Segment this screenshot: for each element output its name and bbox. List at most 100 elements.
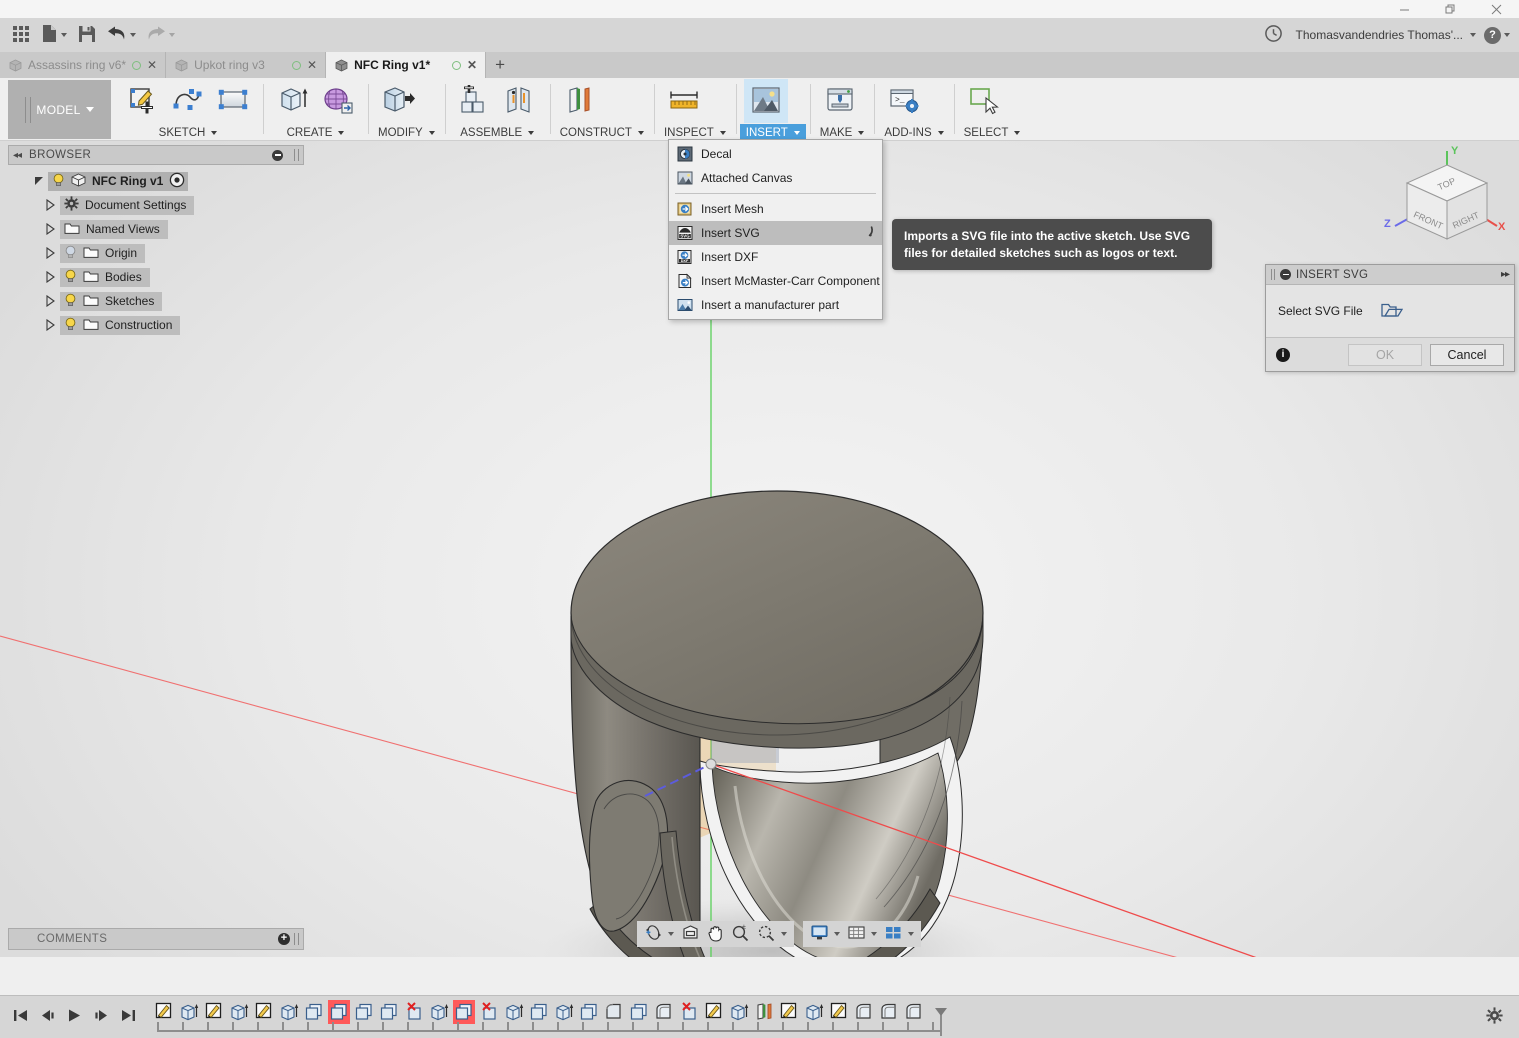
expand-arrow-icon[interactable] <box>32 175 45 188</box>
tree-node-root[interactable]: NFC Ring v1 <box>8 169 304 193</box>
timeline-feature-sketch[interactable] <box>203 1000 225 1024</box>
fit-view-button[interactable] <box>678 922 703 946</box>
document-tab-upkot-ring[interactable]: Upkot ring v3 ✕ <box>166 52 327 78</box>
expand-arrow-icon[interactable] <box>44 319 57 332</box>
timeline-feature-combine-error[interactable] <box>453 999 475 1024</box>
joint-button[interactable] <box>498 79 542 123</box>
timeline-feature-shell[interactable] <box>853 1000 875 1024</box>
help-menu[interactable]: ? <box>1481 22 1513 48</box>
zoom-window-button[interactable] <box>754 922 790 946</box>
user-account-menu[interactable]: Thomasvandendries Thomas'... <box>1289 22 1479 48</box>
tree-node-sketches[interactable]: Sketches <box>8 289 304 313</box>
timeline-feature-extrude[interactable] <box>553 1000 575 1024</box>
measure-button[interactable] <box>662 79 706 123</box>
go-to-end-button[interactable] <box>120 1008 137 1026</box>
timeline-feature-extrude[interactable] <box>803 1000 825 1024</box>
insert-image-button[interactable] <box>743 79 788 123</box>
timeline-feature-combine-error[interactable] <box>328 999 350 1024</box>
undo-button[interactable] <box>104 22 139 48</box>
open-folder-icon[interactable] <box>1381 301 1403 322</box>
expand-arrow-icon[interactable] <box>44 271 57 284</box>
zoom-button[interactable]: ± <box>728 922 753 946</box>
step-back-button[interactable] <box>39 1008 56 1026</box>
viewports-button[interactable] <box>881 922 917 946</box>
visibility-bulb-icon[interactable] <box>64 245 77 262</box>
restore-button[interactable] <box>1427 0 1473 18</box>
menu-item-decal[interactable]: Decal <box>669 142 882 166</box>
timeline-feature-combine-x[interactable] <box>678 1000 700 1024</box>
grid-snaps-button[interactable] <box>844 922 880 946</box>
expand-arrow-icon[interactable] <box>44 223 57 236</box>
ribbon-panel-label-addins[interactable]: ADD-INS <box>878 124 949 141</box>
timeline-feature-combine[interactable] <box>528 1000 550 1024</box>
timeline-feature-sketch[interactable] <box>703 1000 725 1024</box>
close-icon[interactable]: ✕ <box>307 59 317 71</box>
timeline-feature-fillet[interactable] <box>603 1000 625 1024</box>
timeline-feature-extrude[interactable] <box>728 1000 750 1024</box>
spline-button[interactable] <box>166 79 210 123</box>
info-icon[interactable]: i <box>1276 347 1290 362</box>
menu-item-insert-manufacturer-part[interactable]: Insert a manufacturer part <box>669 293 882 317</box>
collapse-panel-icon[interactable]: ◂◂ <box>13 150 22 161</box>
view-cube[interactable]: Y Z X TOP FRONT RIGHT <box>1383 143 1509 247</box>
go-to-beginning-button[interactable] <box>12 1008 29 1026</box>
ok-button[interactable]: OK <box>1348 343 1422 366</box>
orbit-button[interactable] <box>641 922 677 946</box>
ribbon-panel-label-create[interactable]: CREATE <box>267 124 364 141</box>
close-icon[interactable]: ✕ <box>147 59 157 71</box>
timeline-feature-extrude[interactable] <box>178 1000 200 1024</box>
recent-files-button[interactable] <box>1261 22 1287 48</box>
menu-item-attached-canvas[interactable]: Attached Canvas <box>669 166 882 190</box>
timeline-feature-combine-x[interactable] <box>478 1000 500 1024</box>
expand-dialog-icon[interactable]: ▸▸ <box>1501 269 1510 280</box>
3d-print-button[interactable] <box>818 79 862 123</box>
timeline-feature-combine[interactable] <box>378 1000 400 1024</box>
step-forward-button[interactable] <box>93 1008 110 1026</box>
select-window-button[interactable] <box>962 79 1006 123</box>
ribbon-panel-label-modify[interactable]: MODIFY <box>372 124 441 141</box>
timeline-end-marker[interactable] <box>934 1007 948 1037</box>
timeline-feature-extrude[interactable] <box>428 1000 450 1024</box>
display-settings-button[interactable] <box>807 922 843 946</box>
timeline-feature-shell[interactable] <box>903 1000 925 1024</box>
workspace-selector[interactable]: MODEL <box>8 80 111 139</box>
close-icon[interactable]: ✕ <box>467 59 477 71</box>
menu-item-insert-svg[interactable]: SVG Insert SVG <box>669 221 882 245</box>
rectangle-button[interactable] <box>211 79 255 123</box>
timeline-feature-sketch[interactable] <box>778 1000 800 1024</box>
timeline-feature-shell[interactable] <box>653 1000 675 1024</box>
ribbon-panel-label-select[interactable]: SELECT <box>958 124 1027 141</box>
extrude-button[interactable] <box>271 79 315 123</box>
drag-grip[interactable] <box>294 149 299 161</box>
drag-grip[interactable] <box>294 933 299 945</box>
ribbon-panel-label-construct[interactable]: CONSTRUCT <box>554 124 650 141</box>
pan-button[interactable] <box>704 922 727 946</box>
timeline-track[interactable] <box>153 996 947 1038</box>
tree-node-construction[interactable]: Construction <box>8 313 304 337</box>
close-button[interactable] <box>1473 0 1519 18</box>
redo-button[interactable] <box>143 22 178 48</box>
drag-grip[interactable] <box>1271 269 1275 280</box>
offset-plane-button[interactable] <box>558 79 602 123</box>
scripts-addins-button[interactable]: >_ <box>882 79 926 123</box>
timeline-feature-combine[interactable] <box>353 1000 375 1024</box>
comments-panel[interactable]: COMMENTS + <box>8 928 304 950</box>
timeline-feature-extrude[interactable] <box>228 1000 250 1024</box>
expand-arrow-icon[interactable] <box>44 247 57 260</box>
create-sketch-button[interactable] <box>121 79 165 123</box>
document-tab-nfc-ring[interactable]: NFC Ring v1* ✕ <box>326 52 487 78</box>
tree-node-document-settings[interactable]: Document Settings <box>8 193 304 217</box>
new-component-button[interactable] <box>453 79 497 123</box>
activate-component-icon[interactable] <box>169 172 185 191</box>
timeline-feature-combine[interactable] <box>303 1000 325 1024</box>
visibility-bulb-icon[interactable] <box>64 293 77 310</box>
save-button[interactable] <box>74 22 100 48</box>
press-pull-button[interactable] <box>376 79 420 123</box>
timeline-feature-sketch[interactable] <box>253 1000 275 1024</box>
timeline-feature-combine[interactable] <box>578 1000 600 1024</box>
visibility-bulb-icon[interactable] <box>64 317 77 334</box>
timeline-feature-plane[interactable] <box>753 1000 775 1024</box>
add-comment-icon[interactable]: + <box>278 933 290 945</box>
ribbon-panel-label-assemble[interactable]: ASSEMBLE <box>449 124 546 141</box>
timeline-feature-extrude[interactable] <box>278 1000 300 1024</box>
